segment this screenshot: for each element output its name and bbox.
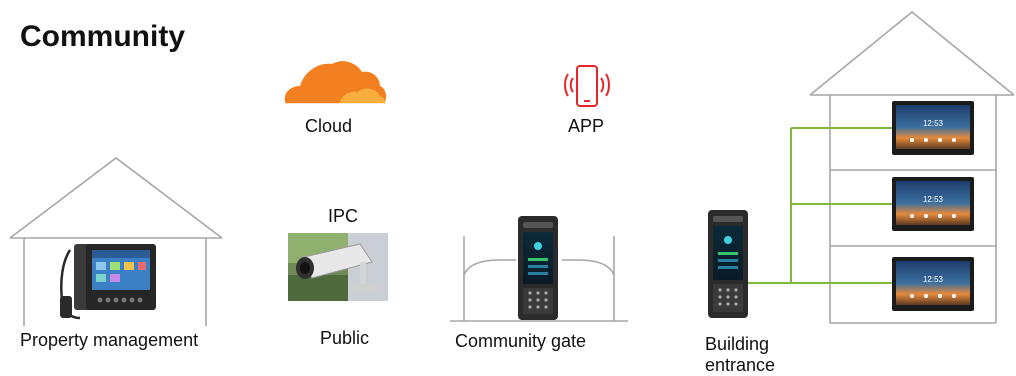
public-label: Public — [320, 328, 370, 348]
community-diagram: Community 12:53 12:53 12:53 Cloud APP IP… — [0, 0, 1016, 375]
connection-lines — [748, 127, 892, 284]
door-station-icon — [708, 210, 748, 318]
app-label: APP — [568, 116, 605, 136]
ipc-label: IPC — [328, 206, 359, 226]
ip-camera-icon — [288, 233, 388, 301]
monitor-time: 12:53 — [923, 195, 944, 204]
building-entrance-label-line1: Building — [705, 334, 770, 354]
property-management-label: Property management — [20, 330, 199, 350]
indoor-monitor-icon: 12:53 — [892, 101, 974, 155]
cloud-label: Cloud — [305, 116, 353, 136]
monitor-time: 12:53 — [923, 119, 944, 128]
indoor-monitor-icon: 12:53 — [892, 177, 974, 231]
desk-phone-icon — [60, 244, 156, 320]
monitor-time: 12:53 — [923, 275, 944, 284]
cloud-icon — [284, 61, 387, 105]
indoor-monitor-icon: 12:53 — [892, 257, 974, 311]
door-station-icon — [518, 216, 558, 320]
smartphone-icon — [564, 65, 610, 107]
community-gate-label: Community gate — [455, 331, 587, 351]
diagram-canvas: 12:53 12:53 12:53 — [9, 10, 1015, 326]
